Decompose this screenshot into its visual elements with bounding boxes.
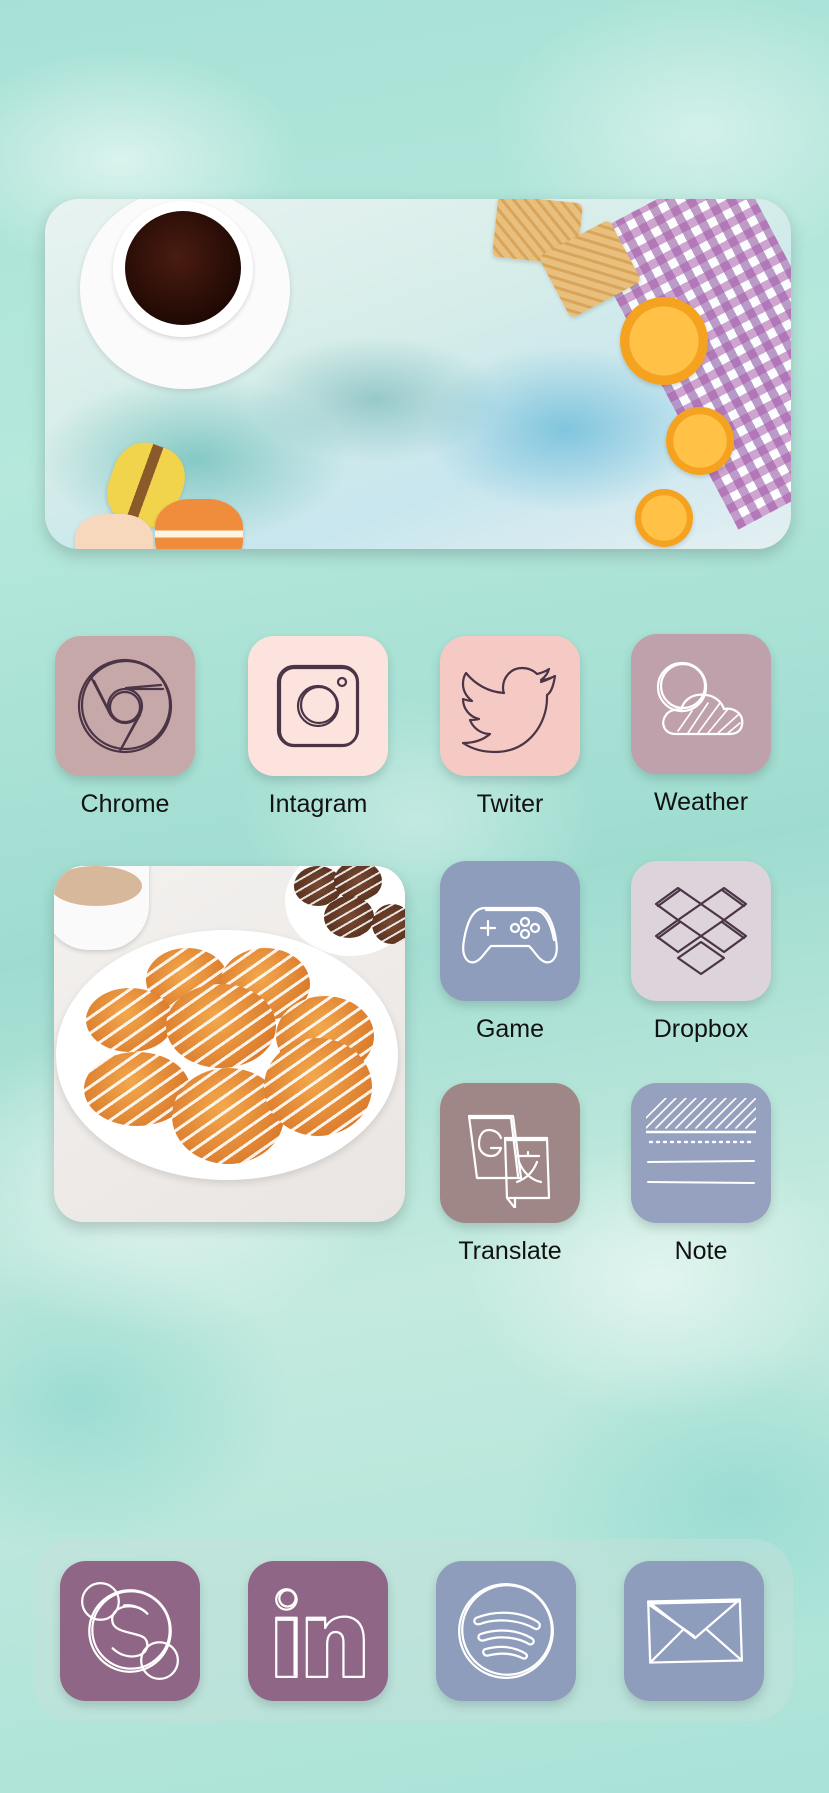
spotify-icon [458, 1583, 554, 1679]
app-label: Note [674, 1237, 728, 1265]
app-label: Translate [458, 1237, 562, 1265]
app-weather[interactable]: Weather [631, 634, 771, 817]
translate-icon [467, 1114, 551, 1208]
dock-skype[interactable] [60, 1561, 200, 1701]
cookie-image [86, 988, 174, 1052]
dock-spotify[interactable] [436, 1561, 576, 1701]
chrome-tile[interactable] [55, 636, 195, 776]
chrome-icon [77, 658, 173, 754]
app-twitter[interactable]: Twiter [440, 636, 580, 819]
weather-tile[interactable] [631, 634, 771, 774]
linkedin-icon [275, 1588, 365, 1678]
app-label: Twiter [476, 790, 544, 818]
app-instagram[interactable]: Intagram [248, 636, 388, 819]
app-label: Intagram [268, 790, 368, 818]
app-translate[interactable]: Translate [440, 1083, 580, 1266]
banner-photo-widget[interactable] [45, 199, 791, 549]
weather-icon [656, 661, 744, 736]
dock-linkedin[interactable] [248, 1561, 388, 1701]
instagram-tile[interactable] [248, 636, 388, 776]
cookie-image [166, 984, 276, 1068]
app-chrome[interactable]: Chrome [55, 636, 195, 819]
app-dropbox[interactable]: Dropbox [631, 861, 771, 1044]
dock [33, 1539, 793, 1721]
orange-slice-image [620, 297, 708, 385]
home-screen: Chrome Intagram Twiter Weather Game Drop… [0, 0, 829, 1793]
note-tile[interactable] [631, 1083, 771, 1223]
app-label: Dropbox [653, 1015, 749, 1043]
app-note[interactable]: Note [631, 1083, 771, 1266]
mail-icon [647, 1598, 743, 1664]
game-tile[interactable] [440, 861, 580, 1001]
twitter-icon [461, 666, 557, 754]
dropbox-icon [654, 886, 748, 976]
tea-image [54, 866, 142, 906]
gamepad-icon [462, 906, 558, 964]
orange-slice-image [666, 407, 734, 475]
chocolate-cookie-image [324, 896, 374, 938]
dock-mail[interactable] [624, 1561, 764, 1701]
app-label: Weather [653, 788, 749, 816]
dropbox-tile[interactable] [631, 861, 771, 1001]
twitter-tile[interactable] [440, 636, 580, 776]
app-label: Chrome [80, 790, 170, 818]
instagram-icon [276, 664, 360, 748]
note-icon [646, 1098, 756, 1184]
cookie-image [264, 1038, 372, 1136]
macaron-image [75, 514, 153, 549]
skype-icon [81, 1582, 179, 1680]
chocolate-cookie-image [372, 904, 405, 944]
macaron-image [155, 499, 243, 549]
orange-slice-image [635, 489, 693, 547]
app-game[interactable]: Game [440, 861, 580, 1044]
app-label: Game [475, 1015, 545, 1043]
cookies-photo-widget[interactable] [54, 866, 405, 1222]
translate-tile[interactable] [440, 1083, 580, 1223]
coffee-image [125, 211, 241, 325]
